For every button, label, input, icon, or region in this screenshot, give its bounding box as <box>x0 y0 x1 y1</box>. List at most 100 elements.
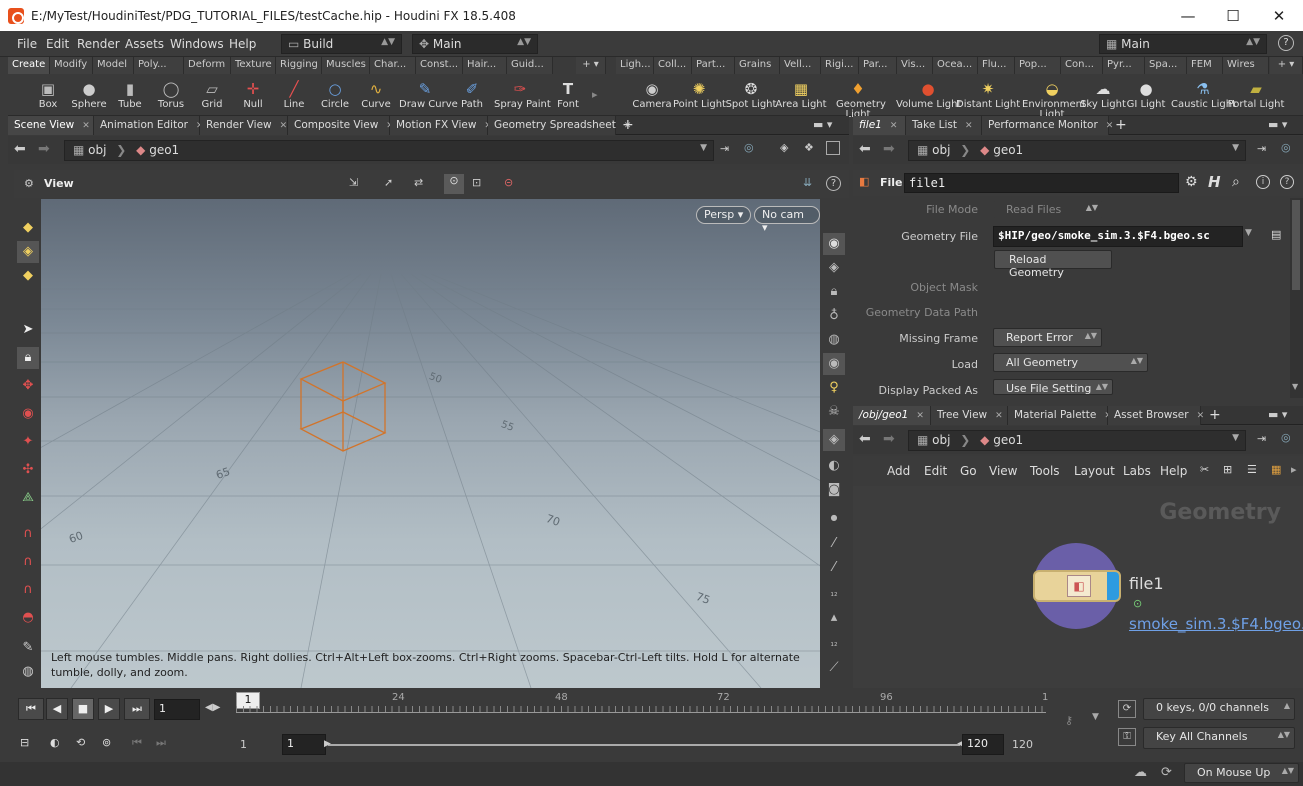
display-mode-icon[interactable]: ◉ <box>823 233 845 255</box>
pin-icon[interactable]: ⇥ <box>1257 142 1266 155</box>
shelf-tab-char[interactable]: Char... <box>370 57 416 74</box>
link-icon[interactable]: ◎ <box>744 141 754 154</box>
tab-performance-monitor[interactable]: Performance Monitor ✕ <box>982 116 1113 135</box>
menu-assets[interactable]: Assets <box>125 37 164 51</box>
paint-tool-icon[interactable]: ◆ <box>17 265 39 287</box>
net-menu-view[interactable]: View <box>989 464 1017 478</box>
channel-list-icon[interactable]: ⟳ <box>1118 700 1136 718</box>
timeline-ruler[interactable]: 1 24 48 72 96 1 <box>236 692 1048 722</box>
range-end-input[interactable]: 120 <box>962 734 1004 755</box>
step-back-button[interactable]: ◀ <box>46 698 68 720</box>
chevron-down-icon[interactable]: ▼ <box>1292 382 1298 391</box>
step-arrows-icon[interactable]: ◀▶ <box>205 702 220 713</box>
chevron-down-icon[interactable]: ▼ <box>1092 712 1106 728</box>
net-menu-go[interactable]: Go <box>960 464 977 478</box>
light-icon[interactable]: ♁ <box>823 305 845 327</box>
help-icon[interactable]: ? <box>826 176 841 191</box>
realtime-icon[interactable]: ◐ <box>50 736 60 749</box>
breadcrumb-geo1[interactable]: geo1 <box>993 433 1023 447</box>
snap-grid-icon[interactable]: ∩ <box>17 579 39 601</box>
info-icon[interactable]: i <box>1256 175 1270 189</box>
shelf-add-icon[interactable]: + ▾ <box>576 57 606 74</box>
visibility-icon[interactable]: ◐ <box>823 455 845 477</box>
ghost-icon[interactable]: ◈ <box>823 257 845 279</box>
jump-end-button[interactable]: ⏭ <box>124 698 150 720</box>
shelf-tab-vell[interactable]: Vell... <box>780 57 821 74</box>
tool-point-light[interactable]: ✺ Point Light <box>673 74 726 110</box>
tool-draw-curve[interactable]: ✎ Draw Curve <box>399 74 458 110</box>
close-icon[interactable]: ✕ <box>916 411 924 421</box>
close-icon[interactable]: ✕ <box>995 411 1003 421</box>
houdini-help-icon[interactable]: H <box>1208 173 1221 191</box>
point-icon[interactable]: ● <box>823 507 845 529</box>
add-tab-icon[interactable]: + <box>1209 407 1221 423</box>
close-icon[interactable]: ✕ <box>82 121 90 131</box>
menu-file[interactable]: File <box>17 37 37 51</box>
path-breadcrumb[interactable]: ▦ obj ❯ ◆ geo1 ▼ <box>908 140 1246 161</box>
menu-render[interactable]: Render <box>77 37 120 51</box>
network-editor[interactable]: Geometry ◧ file1 ⊙ smoke_sim.3.$F4.bgeo.… <box>853 486 1303 688</box>
link-icon[interactable]: ◎ <box>1281 141 1291 154</box>
close-icon[interactable]: ✕ <box>1197 411 1205 421</box>
menu-windows[interactable]: Windows <box>170 37 224 51</box>
view-label[interactable]: View <box>44 177 74 190</box>
shelf-tab-create[interactable]: Create <box>8 57 50 74</box>
prev-key-icon[interactable]: ⏮ <box>132 736 142 750</box>
shelf-tab-rigging[interactable]: Rigging <box>276 57 322 74</box>
keys-channels-select[interactable]: 0 keys, 0/0 channels ▲ <box>1143 698 1295 720</box>
jump-start-button[interactable]: ⏮ <box>18 698 44 720</box>
tab-asset-browser[interactable]: Asset Browser ✕ <box>1108 406 1204 425</box>
play-button[interactable]: ▶ <box>98 698 120 720</box>
tool-portal-light[interactable]: ▰ Portal Light <box>1224 74 1288 110</box>
network-context-selector[interactable]: ✥ Main ▲▼ <box>412 34 538 54</box>
display-options-icon[interactable]: ⇊ <box>803 176 812 189</box>
tab-composite-view[interactable]: Composite View✕ <box>288 116 394 135</box>
view-camera-icon[interactable]: ◍ <box>17 661 39 683</box>
breadcrumb-geo1[interactable]: geo1 <box>149 143 179 157</box>
shelf-tab-spa[interactable]: Spa... <box>1145 57 1187 74</box>
transform-mode-icon[interactable]: ⇄ <box>414 176 423 189</box>
camera-persp-icon[interactable]: ◈ <box>823 429 845 451</box>
right-desktop-selector[interactable]: ▦ Main ▲▼ <box>1099 34 1267 54</box>
tab-motion-fx-view[interactable]: Motion FX View✕ <box>390 116 492 135</box>
tool-gi-light[interactable]: ● GI Light <box>1120 74 1172 110</box>
close-icon[interactable]: ✕ <box>965 121 973 131</box>
breadcrumb-obj[interactable]: obj <box>932 433 950 447</box>
lock-camera-icon[interactable]: 🔒︎ <box>823 281 845 303</box>
missing-frame-select[interactable]: Report Error ▲▼ <box>993 328 1102 347</box>
scrollbar-thumb[interactable] <box>1292 200 1300 290</box>
load-select[interactable]: All Geometry ▲▼ <box>993 353 1148 372</box>
bulb-icon[interactable]: ♀ <box>823 377 845 399</box>
search-icon[interactable]: ⌕ <box>1232 174 1240 190</box>
forward-arrow-icon[interactable]: ➡ <box>883 431 895 447</box>
close-icon[interactable]: ✕ <box>890 121 898 131</box>
tool-spot-light[interactable]: ❂ Spot Light <box>725 74 777 110</box>
display-options-icon[interactable] <box>826 141 840 155</box>
view-menu-icon[interactable]: ⚙ <box>24 177 34 190</box>
shelf-tab-modify[interactable]: Modify <box>50 57 93 74</box>
tool-camera[interactable]: ◉ Camera <box>626 74 678 110</box>
menu-help[interactable]: Help <box>229 37 256 51</box>
help-icon[interactable]: ? <box>1280 175 1294 189</box>
tab-file1[interactable]: file1 ✕ <box>853 116 906 135</box>
back-arrow-icon[interactable]: ⬅ <box>859 141 871 157</box>
brush-icon[interactable]: ✎ <box>17 637 39 659</box>
shelf-add-icon[interactable]: + ▾ <box>1270 57 1303 74</box>
cloud-icon[interactable]: ☁ <box>1134 765 1147 780</box>
tool-curve[interactable]: ∿ Curve <box>350 74 402 110</box>
handle-icon[interactable]: ✣ <box>17 459 39 481</box>
param-scrollbar[interactable]: ▼ <box>1290 198 1303 398</box>
list-icon[interactable]: ☰ <box>1247 463 1257 476</box>
tab-tree-view[interactable]: Tree View ✕ <box>931 406 1008 425</box>
file-browse-icon[interactable]: ▤ <box>1271 228 1281 241</box>
shelf-tab-model[interactable]: Model <box>93 57 134 74</box>
camera-menu[interactable]: No cam ▾ <box>754 206 820 234</box>
magnet-icon[interactable]: ∩ <box>17 523 39 545</box>
close-icon[interactable]: ✕ <box>280 121 288 131</box>
tab-geometry-spreadsheet[interactable]: Geometry Spreadsheet ✕ <box>488 116 631 135</box>
tool-path[interactable]: ✐ Path <box>446 74 498 110</box>
close-button[interactable]: ✕ <box>1256 0 1302 31</box>
minimize-button[interactable]: — <box>1165 0 1211 31</box>
camera-view-icon[interactable]: ◈ <box>780 141 788 154</box>
pane-menu-icon[interactable]: ▬ ▾ <box>813 118 832 131</box>
